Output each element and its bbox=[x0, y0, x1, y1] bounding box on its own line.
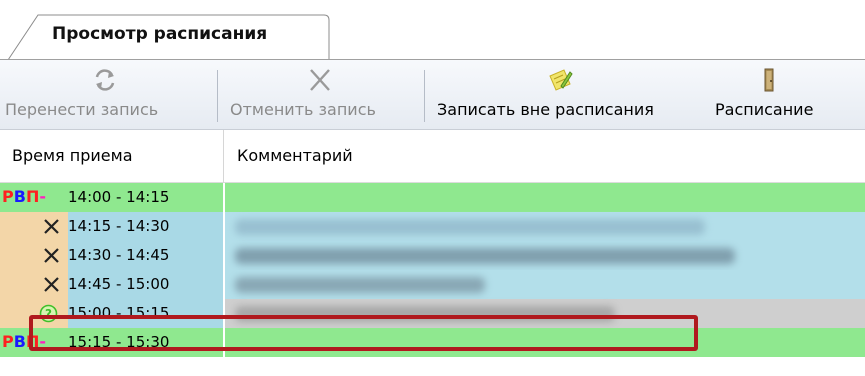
schedule-label: Расписание bbox=[715, 100, 814, 119]
cancel-x-icon bbox=[310, 69, 330, 91]
row-marker bbox=[0, 241, 68, 270]
table-row[interactable]: 14:30 - 14:45 bbox=[0, 241, 865, 270]
grid-header: Время приема Комментарий bbox=[0, 130, 865, 183]
row-comment-cell bbox=[225, 241, 865, 270]
cancelled-x-icon bbox=[44, 219, 59, 234]
door-icon bbox=[764, 68, 774, 92]
row-marker bbox=[0, 212, 68, 241]
cancel-appointment-button[interactable]: Отменить запись bbox=[222, 60, 418, 130]
table-row[interactable]: РВП- 14:00 - 14:15 bbox=[0, 183, 865, 212]
row-comment-cell bbox=[225, 183, 865, 212]
column-header-time-label: Время приема bbox=[12, 146, 133, 165]
toolbar: Перенести запись Отменить запись Записат… bbox=[0, 60, 865, 155]
row-time-cell: 14:30 - 14:45 bbox=[68, 241, 224, 270]
row-comment-cell bbox=[225, 212, 865, 241]
column-header-time[interactable]: Время приема bbox=[0, 130, 224, 183]
rvp-marker: РВП- bbox=[2, 187, 46, 206]
schedule-button[interactable]: Расписание bbox=[706, 60, 842, 130]
pencil-note-icon bbox=[549, 69, 573, 91]
tab-schedule-view[interactable]: Просмотр расписания bbox=[8, 14, 330, 60]
redacted-comment bbox=[235, 277, 485, 293]
row-time-cell: 14:00 - 14:15 bbox=[68, 183, 224, 212]
transfer-arrows-icon bbox=[95, 69, 115, 91]
cancel-appointment-label: Отменить запись bbox=[230, 100, 376, 119]
row-marker: РВП- bbox=[0, 183, 68, 212]
tab-strip: Просмотр расписания bbox=[0, 0, 865, 60]
redacted-comment bbox=[235, 248, 735, 264]
cancelled-x-icon bbox=[44, 248, 59, 263]
cancelled-x-icon bbox=[44, 277, 59, 292]
row-time-cell: 14:15 - 14:30 bbox=[68, 212, 224, 241]
row-comment-cell bbox=[225, 270, 865, 299]
book-outside-schedule-button[interactable]: Записать вне расписания bbox=[428, 60, 704, 130]
highlight-annotation bbox=[29, 315, 698, 351]
redacted-comment bbox=[235, 219, 705, 235]
toolbar-separator bbox=[217, 70, 218, 122]
column-header-comment-label: Комментарий bbox=[237, 146, 353, 165]
table-row[interactable]: 14:45 - 15:00 bbox=[0, 270, 865, 299]
tab-label: Просмотр расписания bbox=[52, 24, 268, 44]
transfer-appointment-label: Перенести запись bbox=[5, 100, 159, 119]
book-outside-schedule-label: Записать вне расписания bbox=[437, 100, 654, 119]
row-marker bbox=[0, 270, 68, 299]
toolbar-separator bbox=[424, 70, 425, 122]
table-row[interactable]: 14:15 - 14:30 bbox=[0, 212, 865, 241]
row-time-cell: 14:45 - 15:00 bbox=[68, 270, 224, 299]
transfer-appointment-button[interactable]: Перенести запись bbox=[0, 60, 212, 130]
